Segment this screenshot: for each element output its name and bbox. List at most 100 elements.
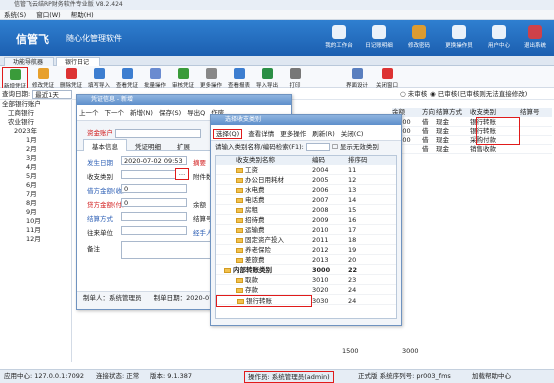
category-label: 收支类别 (87, 173, 113, 181)
account-tree: 全部银行账户 工商银行 农业银行 2023年 1月 2月 3月 4月 5月 6月… (0, 100, 72, 362)
credit-label: 贷方金额(付) (87, 201, 125, 209)
search-input[interactable] (305, 143, 330, 151)
fill-import-button[interactable]: 填写导入 (86, 67, 112, 89)
print-button[interactable]: 打印 (282, 67, 308, 89)
tree-month[interactable]: 5月 (0, 172, 71, 181)
view-detail-button[interactable]: 查看详情 (248, 130, 274, 138)
balance-label: 余额 (193, 201, 206, 209)
show-invalid-checkbox[interactable]: ☐ 显示无效类别 (332, 143, 379, 151)
account-select[interactable] (115, 128, 202, 138)
edit-voucher-button[interactable]: 修改凭证 (30, 67, 56, 89)
delete-icon (65, 68, 77, 79)
partner-field[interactable] (121, 226, 187, 235)
import-export-button[interactable]: 导入导出 (254, 67, 280, 89)
list-item[interactable]: 电话费 2007 14 (216, 195, 396, 205)
more-ops-button[interactable]: 更多操作 (280, 130, 306, 138)
next-button[interactable]: 下一个 (105, 109, 125, 117)
tree-month[interactable]: 8月 (0, 199, 71, 208)
new-button[interactable]: 新增(N) (130, 109, 153, 117)
menu-system[interactable]: 系统(S) (4, 11, 26, 19)
workbench-icon (332, 25, 346, 39)
tree-all-accounts[interactable]: 全部银行账户 (0, 100, 71, 109)
batch-button[interactable]: 批量操作 (142, 67, 168, 89)
tree-month[interactable]: 2月 (0, 145, 71, 154)
report-icon (233, 68, 245, 79)
change-password-button[interactable]: 修改密码 (402, 24, 436, 54)
grid-total: 3000 (402, 347, 419, 355)
unaudited-radio[interactable]: ○ 未审核 (400, 88, 427, 100)
report-button[interactable]: 查看报表 (226, 67, 252, 89)
workbench-button[interactable]: 我的工作台 (322, 24, 356, 54)
tree-year[interactable]: 2023年 (0, 127, 71, 136)
list-item[interactable]: 固定资产投入 2011 18 (216, 235, 396, 245)
settle-field[interactable] (121, 212, 187, 221)
list-item[interactable]: 银行转账 3030 24 (216, 295, 396, 307)
tree-month[interactable]: 1月 (0, 136, 71, 145)
exit-button[interactable]: 退出系统 (518, 24, 552, 54)
view-voucher-button[interactable]: 查看凭证 (114, 67, 140, 89)
picker-title: 选择收支类别 (211, 115, 401, 125)
list-item[interactable]: 办公日用耗材 2005 12 (216, 175, 396, 185)
list-item[interactable]: 差旅费 2013 20 (216, 255, 396, 265)
tab-navigator[interactable]: 功能导航器 (4, 57, 54, 66)
status-bar: 应用中心: 127.0.0.1:7092 连接状态: 正常 版本: 9.1.38… (0, 369, 554, 383)
folder-icon (236, 247, 243, 253)
select-button[interactable]: 选择(Q) (213, 129, 243, 139)
close-button[interactable]: 关闭(C) (341, 130, 364, 138)
tree-month[interactable]: 10月 (0, 217, 71, 226)
app-banner: 信管飞 随心化管理软件 我的工作台 日记账明细 修改密码 更换操作员 用户中心 … (0, 20, 554, 56)
help-center-link[interactable]: 加载帮助中心 (472, 370, 511, 383)
list-item[interactable]: 养老保险 2012 19 (216, 245, 396, 255)
list-item[interactable]: 运输费 2010 17 (216, 225, 396, 235)
tree-month[interactable]: 9月 (0, 208, 71, 217)
table-row[interactable]: 1 000借现金银行转账 (392, 127, 552, 136)
date-filter-select[interactable]: 最近1天 (32, 89, 73, 99)
audit-icon (177, 68, 189, 79)
list-item[interactable]: 存款 3020 24 (216, 285, 396, 295)
journal-detail-button[interactable]: 日记账明细 (362, 24, 396, 54)
tab-bank-journal[interactable]: 银行日记账 (56, 57, 100, 75)
more-button[interactable]: 更多操作 (198, 67, 224, 89)
app-logo: 信管飞 (16, 33, 49, 46)
picker-header: 收支类别名称 编码 排序码 (216, 156, 396, 165)
refresh-button[interactable]: 刷新(R) (312, 130, 335, 138)
tree-month[interactable]: 11月 (0, 226, 71, 235)
table-row[interactable]: 3 000借现金采购付款 (392, 136, 552, 145)
table-row[interactable]: 2 500借现金银行转账 (392, 118, 552, 127)
list-item[interactable]: 房租 2008 15 (216, 205, 396, 215)
tree-month[interactable]: 7月 (0, 190, 71, 199)
debit-field[interactable]: 0 (121, 184, 187, 193)
save-button[interactable]: 保存(S) (159, 109, 181, 117)
delete-voucher-button[interactable]: 删除凭证 (58, 67, 84, 89)
tree-month[interactable]: 6月 (0, 181, 71, 190)
list-item[interactable]: 内部转账类别 3000 22 (216, 265, 396, 275)
layout-icon (351, 68, 363, 79)
audited-radio[interactable]: ◉ 已审核(已审核则无法直接修改) (430, 88, 527, 100)
export-button[interactable]: 导出Q (187, 109, 205, 117)
tree-month[interactable]: 12月 (0, 235, 71, 244)
date-filter-label: 查询日期: (2, 90, 31, 98)
table-row[interactable]: 借现金 销售收款 (392, 145, 552, 154)
change-operator-button[interactable]: 更换操作员 (442, 24, 476, 54)
audit-button[interactable]: 审核凭证 (170, 67, 196, 89)
tree-abc[interactable]: 农业银行 (0, 118, 71, 127)
close-icon (381, 68, 393, 79)
user-center-button[interactable]: 用户中心 (482, 24, 516, 54)
prev-button[interactable]: 上一个 (79, 109, 99, 117)
category-picker-button[interactable]: … (175, 168, 189, 180)
list-item[interactable]: 工资 2004 11 (216, 165, 396, 175)
tree-month[interactable]: 3月 (0, 154, 71, 163)
highlight-box (476, 117, 520, 145)
list-item[interactable]: 水电费 2006 13 (216, 185, 396, 195)
layout-design-button[interactable]: 界面设计 (344, 67, 370, 89)
menu-window[interactable]: 窗口(W) (36, 11, 61, 19)
close-window-button[interactable]: 关闭窗口 (374, 67, 400, 89)
list-item[interactable]: 取款 3010 23 (216, 275, 396, 285)
date-field[interactable]: 2020-07-02 09:53 (121, 156, 187, 165)
menu-help[interactable]: 帮助(H) (71, 11, 94, 19)
folder-icon (236, 237, 243, 243)
tree-month[interactable]: 4月 (0, 163, 71, 172)
tree-icbc[interactable]: 工商银行 (0, 109, 71, 118)
list-item[interactable]: 招待费 2009 16 (216, 215, 396, 225)
credit-field[interactable]: 0 (121, 198, 187, 207)
